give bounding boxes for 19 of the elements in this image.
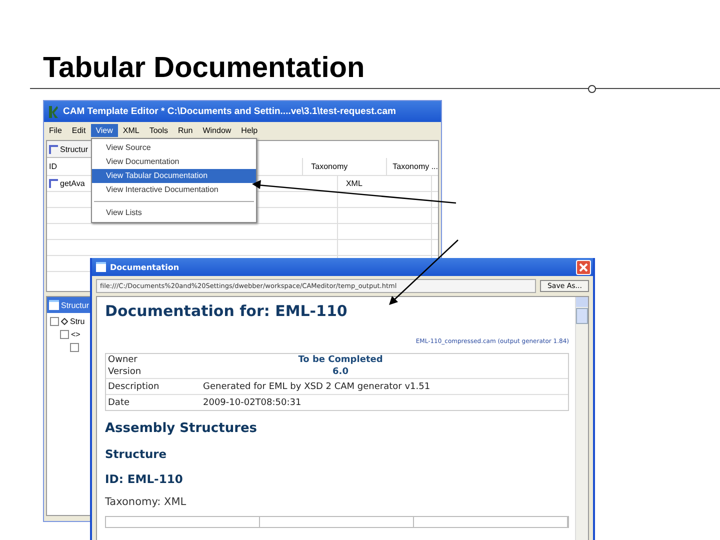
window-title: Documentation <box>110 262 180 272</box>
property-value: 2009-10-02T08:50:31 <box>203 398 302 408</box>
window-title: CAM Template Editor * C:\Documents and Settin....ve\3.1\test-request.cam <box>63 106 396 117</box>
property-value: 6.0 <box>332 367 348 377</box>
subsection-heading: Structure <box>105 447 168 461</box>
section-heading: Assembly Structures <box>105 421 258 436</box>
property-name: Version <box>107 367 142 377</box>
property-name: Date <box>107 398 131 408</box>
table-cell: XML <box>346 179 362 188</box>
page-heading: Documentation for: EML-110 <box>105 302 348 320</box>
id-heading: ID: EML-110 <box>105 472 184 486</box>
property-value: To be Completed <box>298 355 383 365</box>
property-value: Generated for EML by XSD 2 CAM generator v1.51 <box>203 382 430 392</box>
taxonomy-text: Taxonomy: XML <box>105 496 188 508</box>
slide-title: Tabular Documentation <box>43 52 365 84</box>
panel-title: Structur <box>61 300 90 310</box>
property-name: Owner <box>107 355 138 365</box>
property-name: Description <box>107 382 160 392</box>
table-cell: getAva <box>60 179 85 188</box>
